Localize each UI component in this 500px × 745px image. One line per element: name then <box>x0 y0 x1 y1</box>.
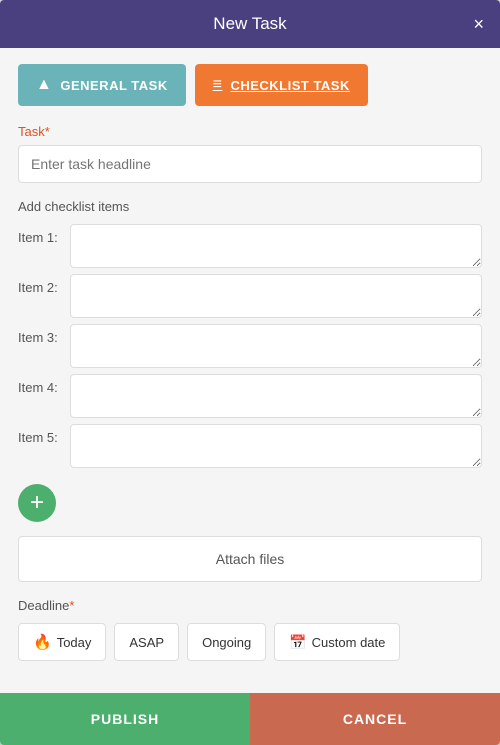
custom-date-label: Custom date <box>312 635 386 650</box>
general-tab-label: GENERAL TASK <box>60 78 167 93</box>
deadline-label: Deadline* <box>18 598 482 613</box>
general-task-icon: ▲ <box>36 76 52 94</box>
deadline-options: 🔥 Today ASAP Ongoing 📅 Custom date <box>18 623 482 661</box>
item-5-label: Item 5: <box>18 424 70 445</box>
deadline-today-button[interactable]: 🔥 Today <box>18 623 106 661</box>
item-2-input[interactable] <box>70 274 482 318</box>
close-button[interactable]: × <box>473 15 484 33</box>
publish-button[interactable]: PUBLISH <box>0 693 250 745</box>
item-4-label: Item 4: <box>18 374 70 395</box>
item-3-input[interactable] <box>70 324 482 368</box>
checklist-row: Item 4: <box>18 374 482 418</box>
add-item-button[interactable]: + <box>18 484 56 522</box>
item-5-input[interactable] <box>70 424 482 468</box>
modal-body: ▲ GENERAL TASK ≡ CHECKLIST TASK Task* Ad… <box>0 48 500 693</box>
deadline-ongoing-button[interactable]: Ongoing <box>187 623 266 661</box>
checklist-row: Item 5: <box>18 424 482 468</box>
task-headline-input[interactable] <box>18 145 482 183</box>
tab-row: ▲ GENERAL TASK ≡ CHECKLIST TASK <box>18 64 482 106</box>
item-3-label: Item 3: <box>18 324 70 345</box>
checklist-items: Item 1: Item 2: Item 3: Item 4: Item 5: <box>18 224 482 474</box>
tab-checklist[interactable]: ≡ CHECKLIST TASK <box>195 64 368 106</box>
checklist-tab-label: CHECKLIST TASK <box>230 78 349 93</box>
deadline-custom-button[interactable]: 📅 Custom date <box>274 623 400 661</box>
plus-icon: + <box>30 491 44 515</box>
checklist-section-label: Add checklist items <box>18 199 482 214</box>
task-label: Task* <box>18 124 482 139</box>
fire-icon: 🔥 <box>33 633 52 651</box>
new-task-modal: New Task × ▲ GENERAL TASK ≡ CHECKLIST TA… <box>0 0 500 745</box>
item-2-label: Item 2: <box>18 274 70 295</box>
today-label: Today <box>57 635 92 650</box>
checklist-task-icon: ≡ <box>213 76 223 94</box>
modal-header: New Task × <box>0 0 500 48</box>
calendar-icon: 📅 <box>289 634 306 651</box>
item-4-input[interactable] <box>70 374 482 418</box>
ongoing-label: Ongoing <box>202 635 251 650</box>
cancel-button[interactable]: CANCEL <box>250 693 500 745</box>
modal-title: New Task <box>213 14 286 34</box>
item-1-label: Item 1: <box>18 224 70 245</box>
asap-label: ASAP <box>129 635 164 650</box>
tab-general[interactable]: ▲ GENERAL TASK <box>18 64 186 106</box>
checklist-row: Item 3: <box>18 324 482 368</box>
item-1-input[interactable] <box>70 224 482 268</box>
attach-files-button[interactable]: Attach files <box>18 536 482 582</box>
checklist-row: Item 1: <box>18 224 482 268</box>
checklist-row: Item 2: <box>18 274 482 318</box>
modal-footer: PUBLISH CANCEL <box>0 693 500 745</box>
deadline-asap-button[interactable]: ASAP <box>114 623 179 661</box>
